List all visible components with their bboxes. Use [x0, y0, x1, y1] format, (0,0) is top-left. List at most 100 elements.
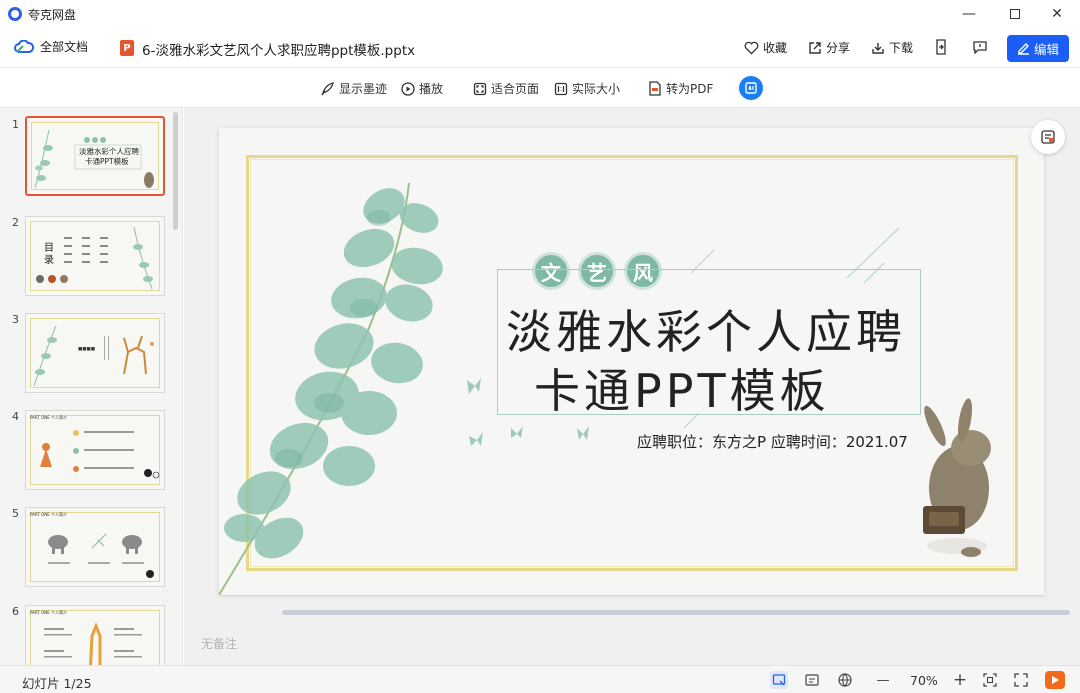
thumbnail-number: 1: [12, 118, 19, 131]
fit-page-icon: [473, 82, 487, 95]
svg-text:■■■■: ■■■■: [78, 347, 95, 352]
document-header: 全部文档 P 6-淡雅水彩文艺风个人求职应聘ppt模板.pptx 收藏 分享 下…: [0, 28, 1080, 68]
thumbnail-preview: PART ONE 个人简介: [30, 414, 160, 479]
share-button[interactable]: 分享: [808, 39, 850, 56]
convert-pdf-button[interactable]: 转为PDF: [648, 80, 713, 97]
svg-text:PART ONE 个人简介: PART ONE 个人简介: [30, 414, 67, 420]
ai-assistant-button[interactable]: [739, 76, 763, 100]
favorite-button[interactable]: 收藏: [744, 39, 787, 56]
thumbnail-preview: PART ONE 个人简介: [30, 511, 154, 578]
pencil-icon: [1017, 43, 1029, 55]
play-button[interactable]: 播放: [401, 80, 443, 97]
show-ink-button[interactable]: 显示墨迹: [320, 80, 387, 97]
share-label: 分享: [826, 41, 851, 55]
fit-screen-icon: [983, 673, 997, 687]
slide-tools-button[interactable]: [1031, 120, 1065, 154]
thumbnail-number: 6: [12, 605, 19, 618]
slide-preview: 文 艺 风 淡雅水彩个人应聘 卡通PPT模板 应聘职位：东方之P 应聘时间：20…: [219, 128, 1044, 595]
maximize-button[interactable]: [992, 0, 1038, 28]
thumbnail-number: 3: [12, 313, 19, 326]
notes-area[interactable]: 无备注: [201, 635, 237, 652]
download-button[interactable]: 下载: [871, 39, 913, 56]
slide-title-line-2: 卡通PPT模板: [534, 364, 830, 418]
slide-thumbnail-panel: 1 淡雅水彩个人应聘 卡通PPT模板 2 目 录 3 ■■■■ 4 PART O…: [0, 108, 183, 665]
app-logo-icon: [8, 7, 22, 21]
svg-text:录: 录: [44, 254, 54, 266]
feedback-button[interactable]: [971, 38, 989, 56]
fullscreen-icon: [1014, 673, 1028, 687]
fit-screen-button[interactable]: [981, 671, 999, 689]
slide-counter: 幻灯片 1/25: [22, 676, 92, 691]
export-button[interactable]: [932, 38, 950, 56]
slide-thumbnail-1[interactable]: 淡雅水彩个人应聘 卡通PPT模板: [25, 116, 165, 196]
pdf-icon: [649, 81, 661, 96]
actual-size-icon: [554, 82, 568, 95]
horizontal-scrollbar[interactable]: [282, 610, 1070, 615]
actual-size-button[interactable]: 实际大小: [554, 80, 620, 97]
edit-label: 编辑: [1033, 42, 1059, 57]
file-name: 6-淡雅水彩文艺风个人求职应聘ppt模板.pptx: [142, 43, 416, 59]
zoom-level[interactable]: 70%: [910, 673, 938, 688]
all-docs-label: 全部文档: [40, 40, 89, 54]
slide-thumbnail-6[interactable]: PART ONE 个人简介: [25, 605, 165, 665]
web-view-button[interactable]: [836, 671, 854, 689]
slide-thumbnail-2[interactable]: 目 录: [25, 216, 165, 296]
svg-text:淡雅水彩个人应聘: 淡雅水彩个人应聘: [79, 146, 139, 156]
view-toolbar: 显示墨迹 播放 适合页面 实际大小 转为PDF: [0, 68, 1080, 108]
slide-thumbnail-4[interactable]: PART ONE 个人简介: [25, 410, 165, 490]
play-icon: [1052, 676, 1059, 684]
slide-thumbnail-5[interactable]: PART ONE 个人简介: [25, 507, 165, 587]
slide-title-line-1: 淡雅水彩个人应聘: [506, 305, 906, 359]
svg-text:PART ONE 个人简介: PART ONE 个人简介: [30, 511, 67, 517]
zoom-out-button[interactable]: —: [874, 671, 892, 689]
actual-size-label: 实际大小: [572, 82, 621, 96]
svg-text:卡通PPT模板: 卡通PPT模板: [85, 156, 129, 166]
notes-view-icon: [805, 674, 819, 686]
app-title: 夸克网盘: [28, 7, 77, 22]
thumbnail-number: 5: [12, 507, 19, 520]
thumbnail-preview: PART ONE 个人简介: [30, 609, 142, 665]
status-bar: 幻灯片 1/25 — 70% +: [0, 665, 1080, 693]
globe-icon: [838, 673, 852, 687]
ppt-file-icon: P: [120, 40, 134, 56]
play-label: 播放: [419, 82, 444, 96]
thumbnail-number: 4: [12, 410, 19, 423]
share-icon: [809, 41, 821, 54]
convert-pdf-label: 转为PDF: [666, 82, 714, 96]
thumbnail-preview: 目 录: [36, 226, 153, 290]
edit-button[interactable]: 编辑: [1007, 35, 1069, 62]
zoom-in-button[interactable]: +: [951, 670, 969, 690]
thumbnail-scrollbar[interactable]: [173, 112, 178, 230]
title-bar: 夸克网盘: [0, 0, 1080, 28]
cloud-icon: [14, 39, 34, 53]
fit-page-label: 适合页面: [491, 82, 540, 96]
download-label: 下载: [889, 41, 914, 55]
fit-page-button[interactable]: 适合页面: [473, 80, 539, 97]
ink-pen-icon: [321, 82, 334, 96]
export-icon: [936, 39, 946, 55]
notes-view-button[interactable]: [803, 671, 821, 689]
favorite-label: 收藏: [763, 41, 788, 55]
feedback-icon: [973, 41, 987, 54]
normal-view-button[interactable]: [770, 671, 788, 689]
svg-text:目: 目: [44, 243, 54, 254]
slide-tools-icon: [1041, 130, 1055, 144]
thumbnail-preview: ■■■■: [33, 325, 154, 387]
download-icon: [872, 42, 884, 54]
normal-view-icon: [772, 674, 786, 686]
fullscreen-button[interactable]: [1012, 671, 1030, 689]
svg-text:PART ONE 个人简介: PART ONE 个人简介: [30, 609, 67, 615]
ai-assistant-icon: [745, 82, 757, 94]
close-button[interactable]: ✕: [1034, 0, 1080, 28]
show-ink-label: 显示墨迹: [339, 82, 388, 96]
slide-thumbnail-3[interactable]: ■■■■: [25, 313, 165, 393]
thumbnail-preview: 淡雅水彩个人应聘 卡通PPT模板: [34, 129, 154, 189]
heart-icon: [744, 41, 759, 55]
slide-subtitle: 应聘职位：东方之P 应聘时间：2021.07: [637, 433, 908, 451]
all-docs-link[interactable]: 全部文档: [14, 38, 88, 55]
thumbnail-number: 2: [12, 216, 19, 229]
maximize-icon: [1010, 9, 1020, 19]
play-icon: [401, 81, 415, 96]
minimize-button[interactable]: —: [946, 0, 992, 28]
slideshow-button[interactable]: [1045, 671, 1065, 689]
